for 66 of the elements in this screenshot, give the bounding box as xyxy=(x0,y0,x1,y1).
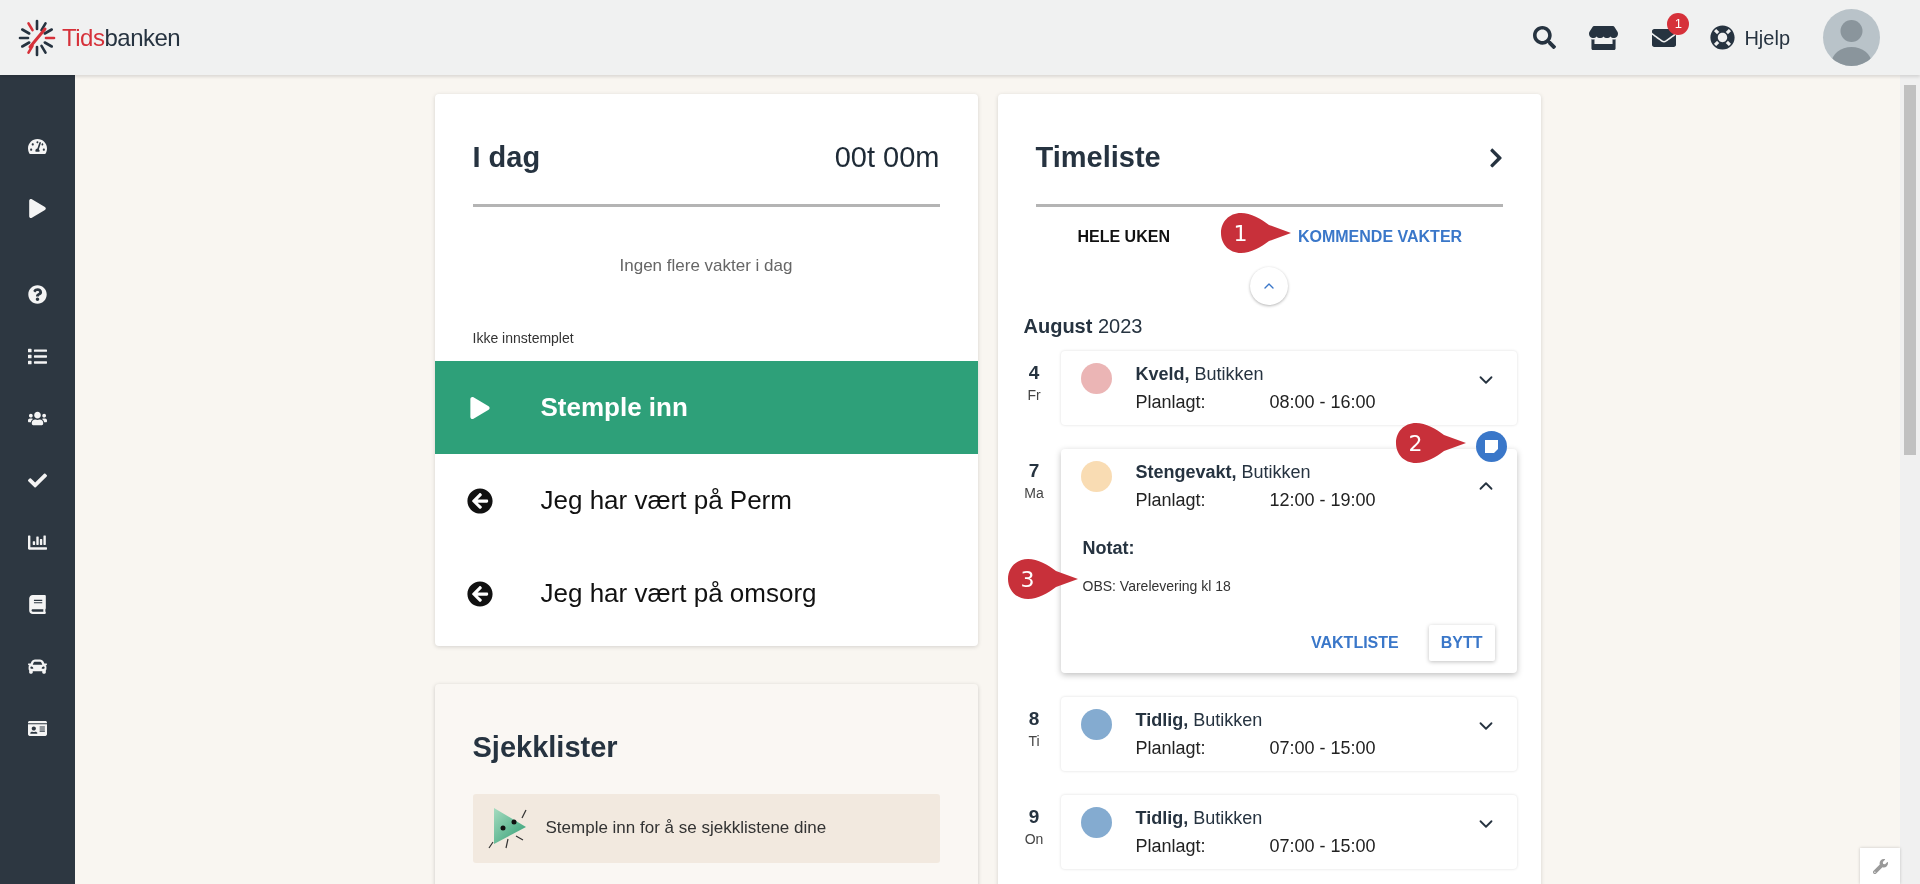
scrollbar[interactable] xyxy=(1900,75,1920,884)
weekday-label: On xyxy=(1024,829,1044,849)
note-text: OBS: Varelevering kl 18 xyxy=(1082,576,1232,596)
shift-title: Tidlig, Butikken xyxy=(1135,806,1264,830)
shift-time: 12:00 - 19:00 xyxy=(1269,488,1376,512)
callout-marker: 2 xyxy=(1393,421,1468,465)
swap-button[interactable]: BYTT xyxy=(1428,624,1495,661)
planned-label: Planlagt: xyxy=(1135,736,1207,760)
tab[interactable]: KOMMENDE VAKTER xyxy=(1297,224,1463,249)
card-title: Sjekklister xyxy=(472,730,619,765)
play-icon[interactable] xyxy=(28,198,47,218)
id-card-icon[interactable] xyxy=(28,718,47,738)
weekday-label: Fr xyxy=(1027,385,1041,405)
day-number: 7 xyxy=(1028,458,1040,483)
absence-button[interactable]: Jeg har vært på Perm xyxy=(434,454,978,547)
note-label: Notat: xyxy=(1082,536,1136,560)
book-icon[interactable] xyxy=(28,594,47,614)
note-button[interactable] xyxy=(1475,430,1507,462)
play-icon xyxy=(469,396,490,419)
logo[interactable]: Tidsbanken xyxy=(18,18,181,57)
sticky-note-icon xyxy=(1483,438,1499,454)
shift-title: Tidlig, Butikken xyxy=(1135,708,1264,732)
car-icon[interactable] xyxy=(28,656,47,676)
weekday-label: Ti xyxy=(1028,731,1040,751)
day-number: 4 xyxy=(1028,360,1040,385)
shift-title: Stengevakt, Butikken xyxy=(1135,460,1312,484)
shift-card[interactable]: Tidlig, Butikken Planlagt: 07:00 - 15:00 xyxy=(1060,794,1517,869)
help-link[interactable]: Hjelp xyxy=(1710,22,1790,53)
checkmark-icon[interactable] xyxy=(28,470,47,490)
avatar[interactable] xyxy=(1823,9,1880,66)
shift-card[interactable]: Tidlig, Butikken Planlagt: 07:00 - 15:00 xyxy=(1060,696,1517,771)
callout-marker: 1 xyxy=(1218,211,1293,255)
notification-badge: 1 xyxy=(1667,12,1690,35)
chevron-right-icon[interactable] xyxy=(1488,146,1503,169)
planned-label: Planlagt: xyxy=(1135,390,1207,414)
card-title: Timeliste xyxy=(1035,140,1161,175)
planned-label: Planlagt: xyxy=(1135,488,1207,512)
day-number: 9 xyxy=(1028,804,1040,829)
search-icon[interactable] xyxy=(1533,26,1557,49)
lifebuoy-icon xyxy=(1710,25,1736,50)
absence-button[interactable]: Jeg har vært på omsorg xyxy=(434,547,978,640)
card-title: I dag xyxy=(472,140,541,175)
day-number: 8 xyxy=(1028,706,1040,731)
clock-status: Ikke innstemplet xyxy=(472,329,575,348)
store-icon[interactable] xyxy=(1589,24,1619,51)
bar-chart-icon[interactable] xyxy=(28,532,47,552)
callout-marker: 3 xyxy=(1005,557,1080,601)
roster-button[interactable]: VAKTLISTE xyxy=(1303,624,1407,661)
shift-time: 07:00 - 15:00 xyxy=(1269,834,1376,858)
empty-message: Ingen flere vakter i dag xyxy=(618,254,794,277)
banner-text: Stemple inn for å se sjekklistene dine xyxy=(545,817,827,840)
list-icon[interactable] xyxy=(28,346,47,366)
dashboard-icon[interactable] xyxy=(28,136,47,156)
tools-button[interactable] xyxy=(1860,848,1900,884)
duration-text: 00t 00m xyxy=(834,140,940,175)
wrench-icon xyxy=(1872,858,1888,874)
help-icon[interactable] xyxy=(28,284,47,304)
planned-label: Planlagt: xyxy=(1135,834,1207,858)
month-heading: August 2023 xyxy=(1023,313,1144,339)
shift-title: Kveld, Butikken xyxy=(1135,362,1265,386)
shift-time: 08:00 - 16:00 xyxy=(1269,390,1376,414)
shift-card[interactable]: Kveld, Butikken Planlagt: 08:00 - 16:00 xyxy=(1060,350,1517,425)
tab[interactable]: HELE UKEN xyxy=(1077,224,1170,249)
weekday-label: Ma xyxy=(1024,483,1044,503)
logo-star-icon xyxy=(18,18,56,57)
shift-time: 07:00 - 15:00 xyxy=(1269,736,1376,760)
